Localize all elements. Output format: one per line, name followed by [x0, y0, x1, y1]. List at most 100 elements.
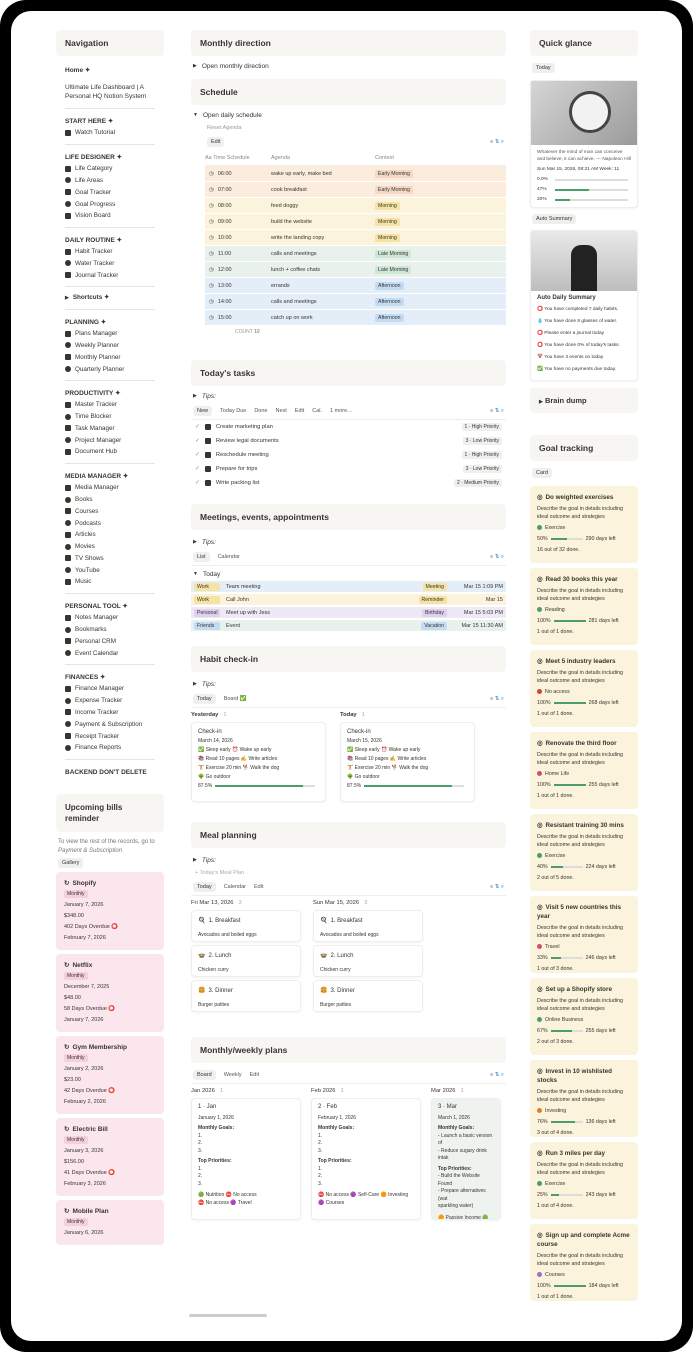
nav-item[interactable]: Expense Tracker: [56, 695, 164, 707]
card-view-tab[interactable]: Card: [532, 468, 552, 478]
filter-sort-search-icon[interactable]: ≡ ⇅ ⌕: [490, 408, 504, 415]
nav-item[interactable]: Media Manager: [56, 482, 164, 494]
filter-sort-search-icon[interactable]: ≡ ⇅ ⌕: [490, 884, 504, 891]
meal-card[interactable]: 🍳 1. Breakfast Avocados and boiled eggs: [313, 910, 423, 942]
filter-sort-search-icon[interactable]: ≡ ⇅ ⌕: [490, 554, 504, 561]
schedule-row[interactable]: ◷ 07:00 cook breakfast Early Morning: [205, 182, 506, 198]
view-tab-2[interactable]: Done: [254, 408, 267, 414]
filter-sort-search-icon[interactable]: ≡ ⇅ ⌕: [490, 696, 504, 703]
today-view-tab[interactable]: Today: [532, 63, 555, 73]
summary-card[interactable]: Auto Daily Summary ⭕ You have completed …: [530, 230, 638, 381]
schedule-row[interactable]: ◷ 15:00 catch up on work Afternoon: [205, 310, 506, 326]
nav-item[interactable]: Weekly Planner: [56, 340, 164, 352]
nav-item[interactable]: Bookmarks: [56, 624, 164, 636]
view-tab-4[interactable]: Edit: [295, 408, 304, 414]
view-tab-1[interactable]: Board ✅: [224, 696, 247, 702]
nav-item[interactable]: Event Calendar: [56, 647, 164, 659]
nav-item[interactable]: Time Blocker: [56, 411, 164, 423]
view-tab-2[interactable]: Edit: [250, 1072, 259, 1078]
schedule-row[interactable]: ◷ 11:00 calls and meetings Late Morning: [205, 246, 506, 262]
bill-card[interactable]: ↻ Netflix Monthly December 7, 2025 $48.00 58 …: [56, 953, 164, 1032]
nav-item[interactable]: Income Tracker: [56, 707, 164, 719]
nav-item[interactable]: Music: [56, 576, 164, 588]
check-icon[interactable]: ✓: [195, 480, 200, 486]
plan-card[interactable]: 1 · Jan January 1, 2026 Monthly Goals: 1. 2.…: [191, 1098, 301, 1220]
new-meal-plan-button[interactable]: + Today's Meal Plan: [191, 867, 506, 879]
dashboard-link[interactable]: Ultimate Life Dashboard | A Personal HQ …: [56, 81, 164, 103]
nav-item[interactable]: Watch Tutorial: [56, 127, 164, 139]
schedule-row[interactable]: ◷ 09:00 build the website Morning: [205, 214, 506, 230]
schedule-toggle[interactable]: ▼ Open daily schedule: [191, 109, 506, 122]
goal-card[interactable]: ◎ Meet 5 industry leaders Describe the goa…: [530, 650, 638, 727]
view-tab-0[interactable]: Board: [193, 1070, 216, 1080]
nav-item[interactable]: Goal Tracker: [56, 186, 164, 198]
goal-card[interactable]: ◎ Run 3 miles per day Describe the goal in…: [530, 1142, 638, 1219]
nav-item[interactable]: Task Manager: [56, 423, 164, 435]
goal-card[interactable]: ◎ Do weighted exercises Describe the goal …: [530, 486, 638, 563]
meeting-row[interactable]: Work Call John Reminder Mar 15: [191, 594, 506, 606]
view-tab-6[interactable]: 1 more...: [330, 408, 352, 414]
schedule-row[interactable]: ◷ 10:00 write the landing copy Morning: [205, 230, 506, 246]
meetings-tips-toggle[interactable]: ▶ Tips:: [191, 536, 506, 549]
check-icon[interactable]: ✓: [195, 424, 200, 430]
view-tab-0[interactable]: Today: [193, 882, 216, 892]
goal-card[interactable]: ◎ Invest in 10 wishlisted stocks Describe …: [530, 1060, 638, 1137]
task-row[interactable]: ✓ Review legal documents 3 · Low Priority: [191, 434, 506, 448]
plan-card[interactable]: 2 · Feb February 1, 2026 Monthly Goals: 1. 2…: [311, 1098, 421, 1220]
view-tab-1[interactable]: Today Due: [220, 408, 246, 414]
view-tab-3[interactable]: Next: [275, 408, 286, 414]
home-link[interactable]: Home ✦: [56, 64, 164, 77]
edit-view-tab[interactable]: Edit: [207, 137, 225, 147]
view-tab-1[interactable]: Weekly: [224, 1072, 242, 1078]
meal-tips-toggle[interactable]: ▶ Tips:: [191, 854, 506, 867]
backend-link[interactable]: BACKEND DON'T DELETE: [56, 766, 164, 779]
view-tab-2[interactable]: Edit: [254, 884, 263, 890]
view-tab-1[interactable]: Calendar: [224, 884, 246, 890]
filter-sort-search-icon[interactable]: ≡ ⇅ ⌕: [490, 1072, 504, 1079]
goal-card[interactable]: ◎ Set up a Shopify store Describe the goal…: [530, 978, 638, 1055]
plan-card[interactable]: 3 · Mar March 1, 2026 Monthly Goals: - Laun…: [431, 1098, 501, 1220]
nav-item[interactable]: Podcasts: [56, 517, 164, 529]
meal-card[interactable]: 🍲 2. Lunch Chicken curry: [313, 945, 423, 977]
schedule-row[interactable]: ◷ 12:00 lunch + coffee chats Late Morning: [205, 262, 506, 278]
tasks-tips-toggle[interactable]: ▶ Tips:: [191, 390, 506, 403]
nav-item[interactable]: Life Areas: [56, 175, 164, 187]
nav-item[interactable]: Document Hub: [56, 446, 164, 458]
task-row[interactable]: ✓ Reschedule meeting 1 · High Priority: [191, 448, 506, 462]
view-tab-1[interactable]: Calendar: [218, 554, 240, 560]
nav-item[interactable]: Habit Tracker: [56, 246, 164, 258]
shortcuts-toggle[interactable]: ▶ Shortcuts ✦: [56, 292, 164, 304]
view-tab-0[interactable]: List: [193, 552, 210, 562]
check-icon[interactable]: ✓: [195, 466, 200, 472]
goal-card[interactable]: ◎ Renovate the third floor Describe the go…: [530, 732, 638, 809]
nav-item[interactable]: Personal CRM: [56, 635, 164, 647]
meal-card[interactable]: 🍔 3. Dinner Burger patties: [313, 980, 423, 1012]
filter-icon[interactable]: ≡ ⇅ ⌕: [490, 139, 504, 146]
task-row[interactable]: ✓ Write packing list 2 · Medium Priority: [191, 476, 506, 490]
habit-tips-toggle[interactable]: ▶ Tips:: [191, 678, 506, 691]
goal-card[interactable]: ◎ Resistant training 30 mins Describe the …: [530, 814, 638, 891]
nav-item[interactable]: Finance Reports: [56, 742, 164, 754]
view-tab-0[interactable]: Today: [193, 694, 216, 704]
nav-item[interactable]: Plans Manager: [56, 328, 164, 340]
meal-card[interactable]: 🍳 1. Breakfast Avocados and boiled eggs: [191, 910, 301, 942]
bill-card[interactable]: ↻ Electric Bill Monthly January 3, 2026 $156…: [56, 1117, 164, 1196]
habit-card[interactable]: Check-in March 15, 2026 ✅ Sleep early ⏰ Wa…: [340, 722, 475, 802]
reset-agenda-button[interactable]: Reset Agenda: [191, 122, 506, 134]
nav-item[interactable]: Monthly Planner: [56, 351, 164, 363]
nav-item[interactable]: YouTube: [56, 564, 164, 576]
nav-item[interactable]: Articles: [56, 529, 164, 541]
check-icon[interactable]: ✓: [195, 452, 200, 458]
nav-item[interactable]: Master Tracker: [56, 399, 164, 411]
goal-card[interactable]: ◎ Sign up and complete Acme course Describ…: [530, 1224, 638, 1301]
nav-item[interactable]: Payment & Subscription: [56, 718, 164, 730]
schedule-row[interactable]: ◷ 13:00 errands Afternoon: [205, 278, 506, 294]
nav-item[interactable]: Books: [56, 494, 164, 506]
goal-card[interactable]: ◎ Visit 5 new countries this year Describe…: [530, 896, 638, 973]
habit-card[interactable]: Check-in March 14, 2026 ✅ Sleep early ⏰ Wa…: [191, 722, 326, 802]
nav-item[interactable]: TV Shows: [56, 553, 164, 565]
bills-hint-link[interactable]: Payment & Subscription: [58, 848, 122, 854]
view-tab-5[interactable]: Cal.: [312, 408, 322, 414]
nav-item[interactable]: Journal Tracker: [56, 269, 164, 281]
check-icon[interactable]: ✓: [195, 438, 200, 444]
